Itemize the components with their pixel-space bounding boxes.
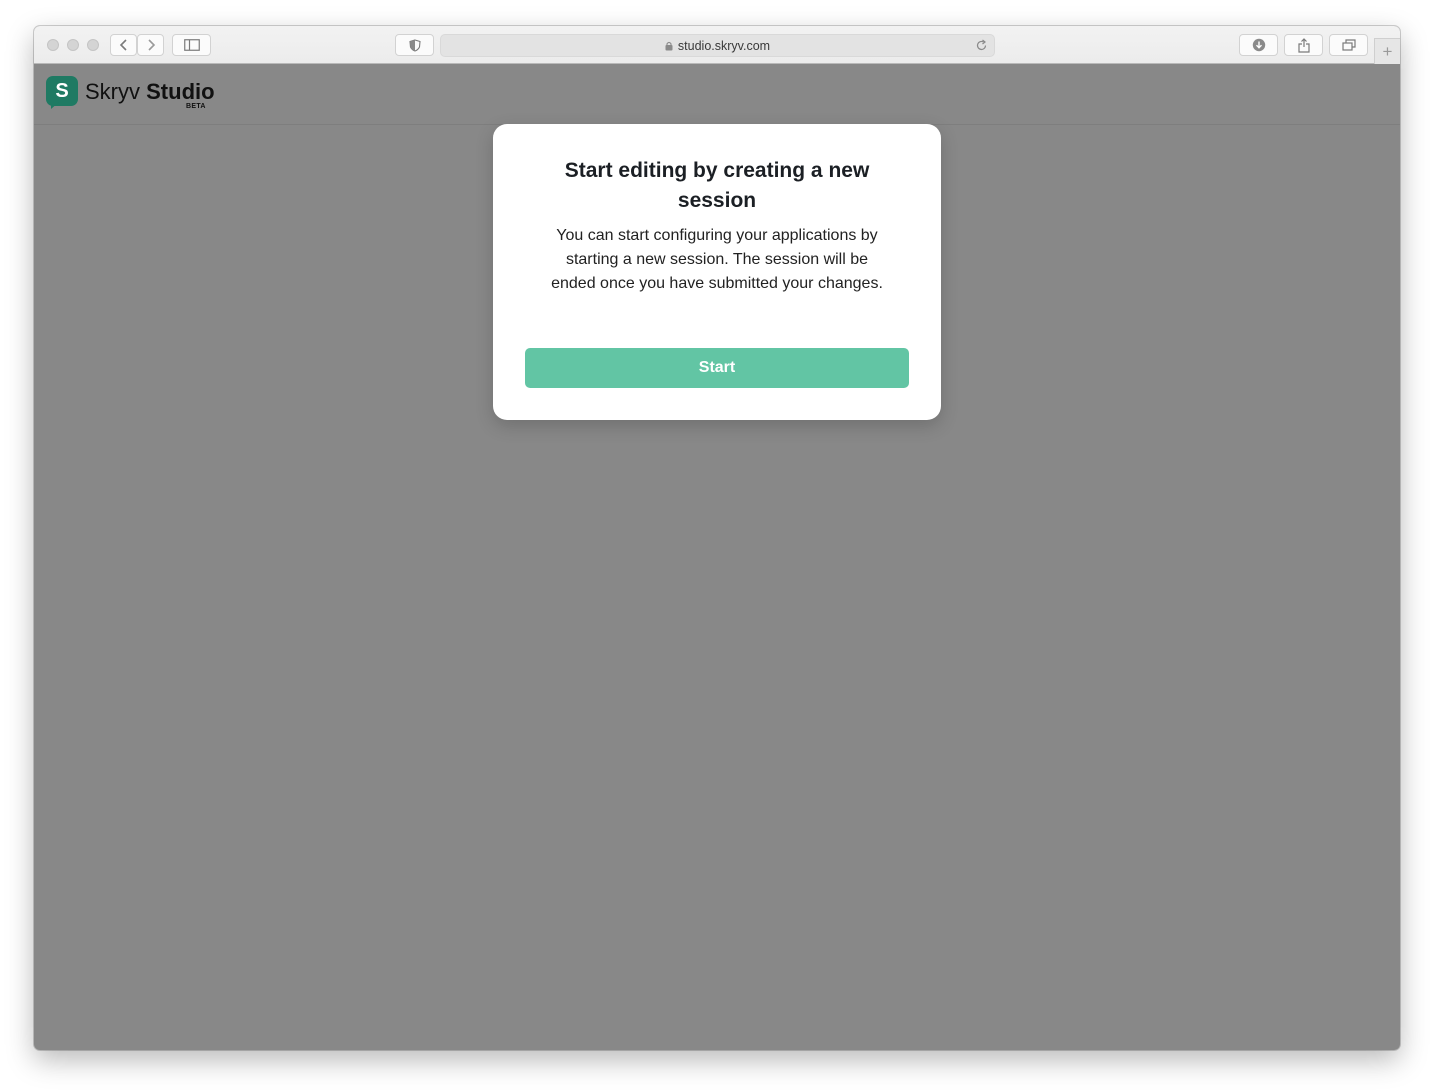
privacy-shield-icon [408, 38, 421, 52]
close-dot-icon[interactable] [47, 39, 59, 51]
url-label: studio.skryv.com [677, 39, 771, 53]
back-icon [119, 39, 127, 51]
sidebar-icon [183, 39, 200, 51]
download-icon [1252, 38, 1265, 52]
forward-button[interactable] [137, 34, 164, 56]
tabs-icon [1341, 39, 1356, 51]
lock-icon [665, 41, 673, 51]
share-button[interactable] [1284, 34, 1323, 56]
start-button[interactable]: Start [525, 348, 909, 388]
privacy-button[interactable] [395, 34, 434, 56]
address-bar[interactable]: studio.skryv.com [440, 34, 995, 57]
downloads-button[interactable] [1239, 34, 1278, 56]
dialog-description: You can start configuring your applicati… [551, 227, 883, 292]
logo-tail [51, 102, 59, 109]
forward-icon [147, 39, 155, 51]
share-icon [1297, 37, 1310, 53]
tabs-overview-button[interactable] [1329, 34, 1368, 56]
reload-icon[interactable] [975, 39, 988, 52]
browser-window: studio.skryv.com + S Skryv Studio BETA S… [34, 26, 1400, 1050]
new-tab-icon[interactable]: + [1374, 38, 1400, 64]
sidebar-button[interactable] [172, 34, 211, 56]
logo-wordmark[interactable]: Skryv Studio [85, 79, 215, 105]
address-text: studio.skryv.com [441, 39, 994, 53]
brand-name: Skryv [85, 79, 140, 104]
zoom-dot-icon[interactable] [87, 39, 99, 51]
browser-toolbar: studio.skryv.com + [34, 26, 1400, 64]
back-button[interactable] [110, 34, 137, 56]
dialog-title: Start editing by creating a new session [564, 159, 870, 212]
app-header: S Skryv Studio BETA [34, 64, 1400, 125]
minimize-dot-icon[interactable] [67, 39, 79, 51]
product-name: Studio [146, 79, 215, 104]
new-session-dialog: Start editing by creating a new session … [493, 124, 941, 420]
beta-badge: BETA [186, 103, 206, 110]
